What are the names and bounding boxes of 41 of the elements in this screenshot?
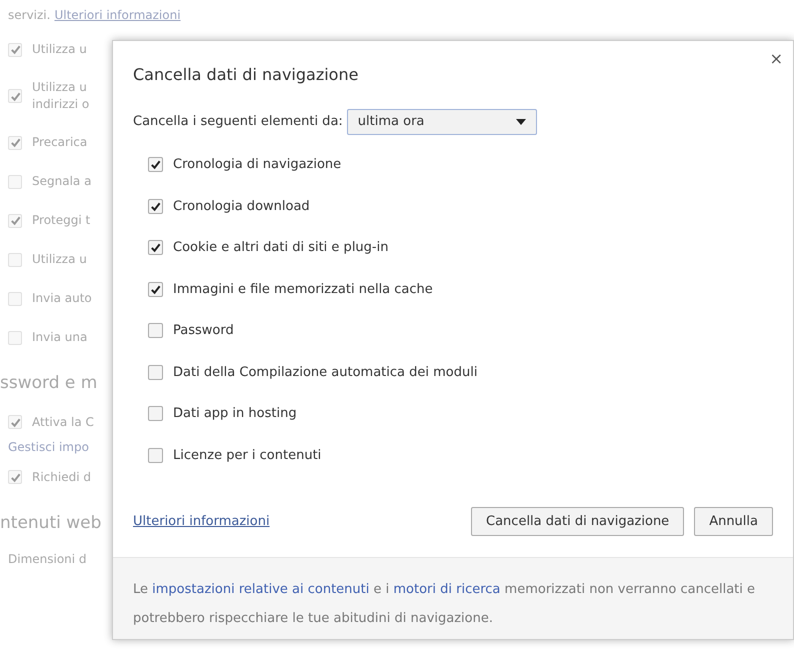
section-heading: ssword e m <box>0 372 98 395</box>
dialog-title: Cancella dati di navigazione <box>133 64 360 86</box>
setting-label: Attiva la C <box>32 414 94 430</box>
option-label: Immagini e file memorizzati nella cache <box>173 280 433 298</box>
option-label: Dati della Compilazione automatica dei moduli <box>173 364 478 382</box>
setting-label: Invia auto <box>32 290 92 307</box>
dialog-button[interactable]: Annulla <box>694 507 773 536</box>
option-label: Password <box>173 322 234 340</box>
option-label: Licenze per i contenuti <box>173 446 322 464</box>
setting-text: Dimensioni d <box>8 551 87 568</box>
option-label: Cookie e altri dati di siti e plug-in <box>173 239 388 257</box>
setting-label: Proteggi t <box>32 212 90 229</box>
section-heading: ntenuti web <box>0 512 102 534</box>
setting-label: Richiedi d <box>32 468 91 486</box>
setting-label: Utilizza u <box>32 41 87 58</box>
option-label: Cronologia di navigazione <box>173 156 342 174</box>
footer-note: Le impostazioni relative ai contenuti e i motori di ricerca memorizzati non verranno cancellati e potrebbero rispecchiare le tue abitudini di navigazione. <box>133 581 756 628</box>
settings-link[interactable]: impostazioni relative ai contenuti <box>152 582 370 597</box>
setting-label: Utilizza u <box>32 251 87 268</box>
option-label: Cronologia download <box>173 198 310 216</box>
checkbox[interactable] <box>148 157 163 172</box>
checkbox[interactable] <box>148 198 163 214</box>
close-button[interactable]: × <box>766 47 787 71</box>
time-range-dropdown[interactable]: ultima ora <box>346 109 537 135</box>
setting-label: Precarica <box>32 134 88 151</box>
checkbox[interactable] <box>148 282 163 297</box>
caret-icon <box>516 119 526 125</box>
checkbox[interactable] <box>148 406 163 422</box>
info-link[interactable]: Ulteriori informazioni <box>133 512 270 532</box>
checkbox[interactable] <box>148 448 163 463</box>
checkbox[interactable] <box>148 323 163 338</box>
dialog-button[interactable]: Cancella dati di navigazione <box>471 507 684 536</box>
setting-text: servizi. <box>8 7 50 24</box>
setting-label: Segnala a <box>32 173 92 190</box>
range-label: Cancella i seguenti elementi da: <box>133 113 343 132</box>
option-label: Dati app in hosting <box>173 405 297 423</box>
setting-label: Utilizza u indirizzi o <box>32 79 90 113</box>
checkbox[interactable] <box>148 240 163 256</box>
setting-label: Invia una <box>32 329 88 346</box>
settings-link[interactable]: motori di ricerca <box>393 582 500 597</box>
checkbox[interactable] <box>148 364 163 380</box>
